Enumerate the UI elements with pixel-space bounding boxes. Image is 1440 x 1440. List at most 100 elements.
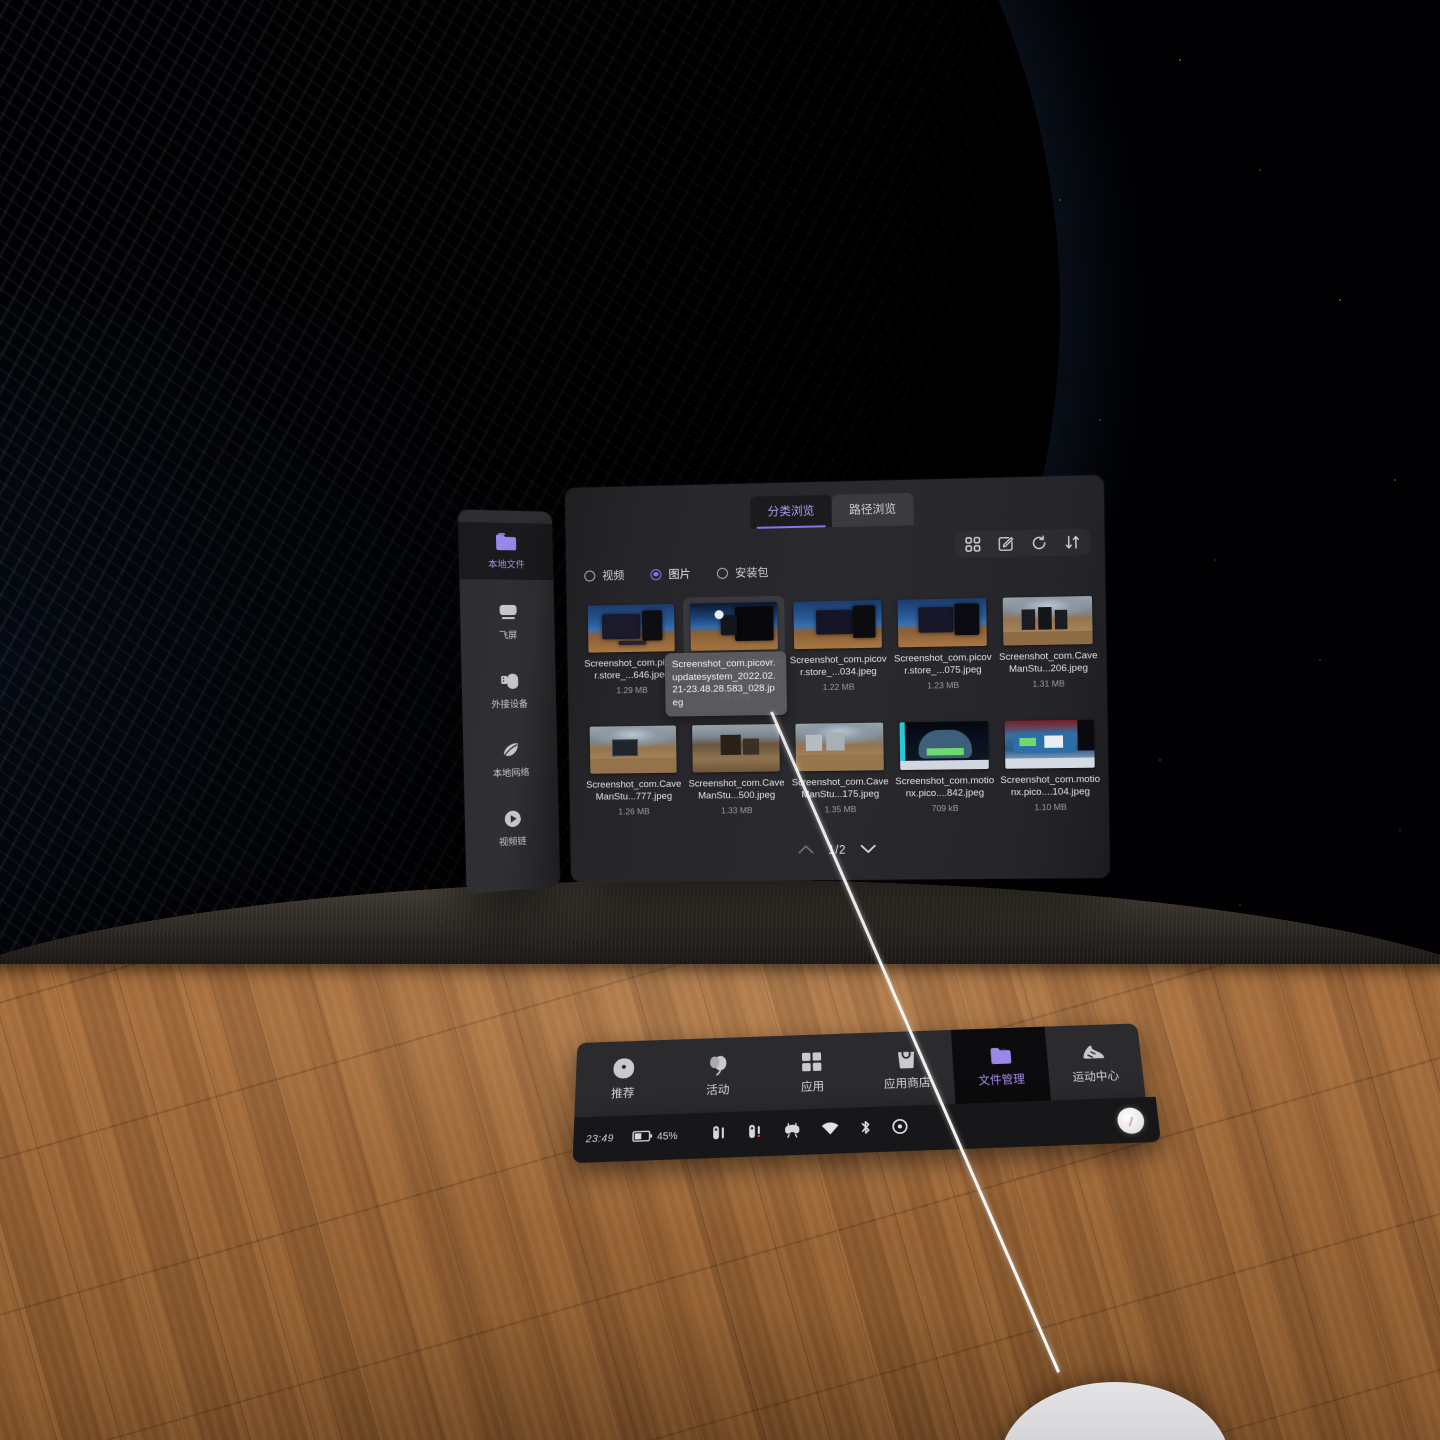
file-size: 1.35 MB (824, 803, 856, 813)
sidebar-item-label: 本地网络 (493, 764, 530, 780)
sneaker-icon (1079, 1039, 1107, 1063)
folder-icon (987, 1043, 1013, 1067)
sidebar-item-local-files[interactable]: 本地文件 (458, 522, 553, 580)
file-thumbnail (793, 600, 882, 649)
screen-cast-icon (496, 603, 519, 622)
edit-icon[interactable] (998, 535, 1015, 552)
vr-scene: 本地文件 飞屏 外接设备 本地网络 视频链 分类浏览 路径浏览 视频 图片 安装… (0, 0, 1440, 1440)
taskbar-item-label: 应用商店 (883, 1074, 930, 1091)
grid-view-icon[interactable] (964, 536, 981, 553)
video-play-icon (501, 809, 524, 829)
taskbar-item-activity[interactable]: 活动 (670, 1036, 765, 1114)
usb-device-icon (498, 672, 521, 692)
filter-image[interactable]: 图片 (650, 565, 691, 582)
file-item[interactable]: Screenshot_com.motionx.pico....842.jpeg … (892, 715, 997, 817)
system-taskbar: 推荐 活动 应用 应用商店 文件管理 运动中心 23:49 45% (571, 1023, 1165, 1198)
tab-path-browse[interactable]: 路径浏览 (831, 493, 913, 527)
taskbar-item-file-manager[interactable]: 文件管理 (951, 1027, 1051, 1104)
sidebar-item-label: 本地文件 (488, 556, 525, 571)
taskbar-item-sport-center[interactable]: 运动中心 (1044, 1023, 1145, 1100)
sidebar-item-video-chain[interactable]: 视频链 (465, 800, 560, 858)
wifi-icon[interactable] (820, 1121, 840, 1142)
taskbar-item-label: 运动中心 (1072, 1067, 1120, 1084)
file-size: 1.31 MB (1032, 678, 1065, 689)
page-up-icon[interactable] (797, 842, 815, 860)
taskbar-item-recommend[interactable]: 推荐 (574, 1040, 671, 1118)
taskbar-item-label: 推荐 (611, 1084, 635, 1101)
file-size: 1.29 MB (616, 684, 647, 695)
radio-icon (584, 570, 595, 581)
file-type-filters: 视频 图片 安装包 (584, 564, 769, 584)
file-name: Screenshot_com.CaveManStu...777.jpeg (585, 778, 682, 803)
file-name: Screenshot_com.motionx.pico....104.jpeg (1000, 773, 1100, 798)
battery-icon (632, 1128, 653, 1147)
headset-icon[interactable] (782, 1121, 802, 1144)
right-controller-battery-icon[interactable] (746, 1122, 764, 1145)
radio-icon (650, 569, 661, 580)
file-name: Screenshot_com.CaveManStu...206.jpeg (998, 649, 1098, 675)
file-item[interactable]: Screenshot_com.motionx.pico....104.jpeg … (997, 713, 1102, 816)
file-item[interactable]: Screenshot_com.CaveManStu...206.jpeg 1.3… (995, 590, 1101, 707)
file-manager-window: 分类浏览 路径浏览 视频 图片 安装包 Screenshot_com.picov… (565, 475, 1110, 882)
star-icon (611, 1056, 636, 1080)
shopping-bag-icon (893, 1046, 918, 1070)
filter-video[interactable]: 视频 (584, 567, 624, 584)
folder-icon (494, 532, 518, 552)
clock: 23:49 (586, 1133, 614, 1145)
file-name: Screenshot_com.motionx.pico....842.jpeg (895, 774, 994, 799)
balloon-icon (706, 1053, 730, 1077)
file-item[interactable]: Screenshot_com.CaveManStu...500.jpeg 1.3… (685, 718, 788, 819)
taskbar-item-label: 应用 (801, 1077, 825, 1094)
browse-tabs: 分类浏览 路径浏览 (565, 488, 1104, 533)
file-size: 709 kB (932, 802, 959, 812)
sidebar-item-fly-screen[interactable]: 飞屏 (460, 596, 555, 649)
file-thumbnail (692, 724, 780, 772)
network-leaf-icon (499, 740, 522, 760)
pagination: 1/2 (570, 839, 1109, 862)
carpet-border (0, 880, 1440, 964)
file-name: Screenshot_com.picovr.store_...075.jpeg (893, 651, 992, 676)
radio-icon (717, 567, 728, 578)
file-size: 1.22 MB (823, 681, 855, 692)
battery-indicator: 45% (632, 1127, 678, 1147)
file-thumbnail (1003, 596, 1093, 646)
file-size: 1.23 MB (927, 679, 959, 690)
bluetooth-icon[interactable] (858, 1118, 873, 1141)
sidebar-item-label: 视频链 (499, 833, 527, 849)
file-thumbnail (690, 602, 778, 651)
sort-icon[interactable] (1064, 534, 1081, 551)
sidebar-item-label: 外接设备 (491, 696, 528, 711)
home-indicator[interactable] (1116, 1107, 1145, 1134)
apps-grid-icon (800, 1049, 825, 1073)
file-name: Screenshot_com.picovr.store_...034.jpeg (789, 653, 887, 678)
file-item[interactable]: Screenshot_com.CaveManStu...777.jpeg 1.2… (583, 719, 685, 820)
taskbar-item-label: 活动 (706, 1081, 729, 1098)
file-item[interactable]: Screenshot_com.picovr.store_...034.jpeg … (786, 594, 890, 710)
file-thumbnail (588, 604, 675, 653)
sidebar-item-label: 飞屏 (499, 627, 518, 641)
left-controller-battery-icon[interactable] (711, 1124, 729, 1147)
refresh-icon[interactable] (1031, 535, 1048, 552)
tab-label: 分类浏览 (768, 505, 815, 518)
power-icon[interactable] (891, 1117, 909, 1140)
file-item[interactable]: Screenshot_com.CaveManStu...175.jpeg 1.3… (788, 716, 892, 818)
file-item[interactable]: Screenshot_com.picovr.store_...075.jpeg … (890, 592, 995, 709)
file-grid: Screenshot_com.picovr.store_...646.jpeg … (581, 590, 1097, 820)
taskbar-item-app-store[interactable]: 应用商店 (858, 1030, 956, 1107)
file-size: 1.26 MB (618, 806, 649, 816)
file-size: 1.33 MB (721, 805, 753, 815)
tab-category-browse[interactable]: 分类浏览 (750, 495, 832, 529)
page-down-icon[interactable] (859, 841, 877, 859)
file-thumbnail (900, 721, 989, 770)
file-thumbnail (590, 725, 677, 773)
toolbar-icon-group (955, 529, 1090, 558)
taskbar-item-apps[interactable]: 应用 (765, 1033, 861, 1111)
sidebar-item-external-device[interactable]: 外接设备 (461, 664, 556, 719)
battery-percent: 45% (657, 1131, 678, 1143)
filter-label: 安装包 (735, 564, 769, 581)
filter-label: 视频 (602, 567, 624, 583)
filter-label: 图片 (668, 565, 690, 582)
sidebar-item-local-network[interactable]: 本地网络 (463, 732, 558, 788)
file-size: 1.10 MB (1034, 801, 1067, 812)
filter-install-package[interactable]: 安装包 (717, 564, 769, 581)
